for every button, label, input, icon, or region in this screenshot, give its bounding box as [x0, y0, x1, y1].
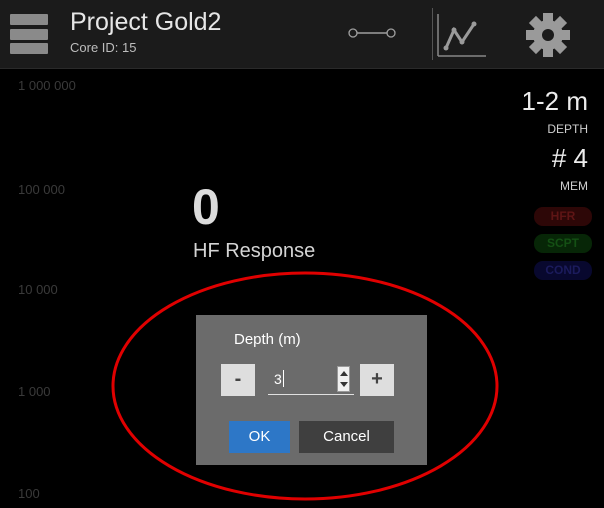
menu-bar	[10, 28, 48, 40]
project-title: Project Gold2	[70, 8, 222, 36]
mode-cond-badge[interactable]: COND	[534, 261, 592, 280]
axis-tick: 10 000	[18, 282, 58, 297]
core-id: Core ID: 15	[70, 40, 137, 55]
depth-label: DEPTH	[547, 122, 588, 136]
depth-input[interactable]: 3	[268, 364, 354, 395]
ok-button[interactable]: OK	[229, 421, 290, 453]
mem-label: MEM	[560, 179, 588, 193]
increment-button[interactable]: +	[360, 364, 394, 396]
spinner-control[interactable]	[337, 366, 350, 392]
gear-icon[interactable]	[522, 10, 574, 60]
depth-input-value: 3	[274, 371, 282, 387]
menu-bar	[10, 43, 48, 54]
decrement-button[interactable]: -	[221, 364, 255, 396]
mem-value: # 4	[551, 143, 588, 173]
connection-icon[interactable]	[345, 26, 399, 40]
axis-tick: 1 000 000	[18, 78, 76, 93]
depth-dialog: Depth (m) - 3 + OK Cancel	[196, 315, 427, 465]
header-divider	[432, 8, 433, 60]
cancel-button[interactable]: Cancel	[299, 421, 394, 453]
spin-down-icon[interactable]	[340, 382, 348, 387]
dialog-title: Depth (m)	[234, 331, 301, 348]
chart-icon[interactable]	[434, 10, 488, 60]
axis-tick: 100	[18, 486, 40, 501]
mode-scpt-badge[interactable]: SCPT	[534, 234, 592, 253]
menu-icon[interactable]	[10, 14, 48, 54]
axis-tick: 1 000	[18, 384, 51, 399]
menu-bar	[10, 14, 48, 25]
axis-tick: 100 000	[18, 182, 65, 197]
depth-value: 1-2 m	[521, 86, 588, 116]
spin-up-icon[interactable]	[340, 371, 348, 376]
mode-hfr-badge[interactable]: HFR	[534, 207, 592, 226]
text-caret	[283, 370, 284, 387]
hf-response-value: 0	[192, 179, 220, 235]
hf-response-label: HF Response	[193, 240, 316, 262]
app-header: Project Gold2 Core ID: 15	[0, 0, 604, 69]
